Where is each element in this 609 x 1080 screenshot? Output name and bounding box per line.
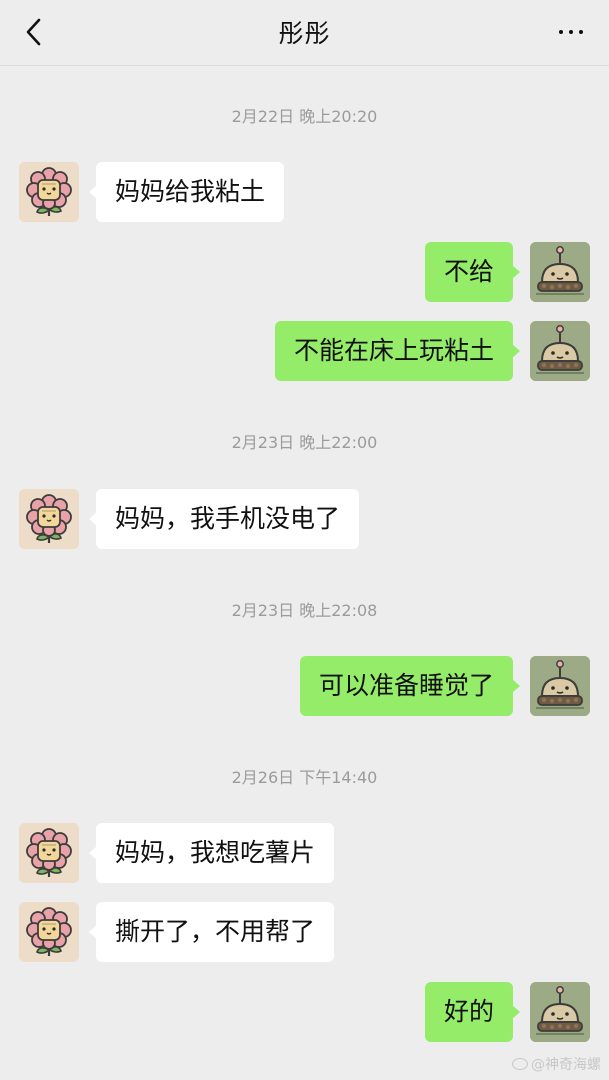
weibo-icon	[512, 1058, 528, 1070]
received-message-bubble[interactable]: 撕开了，不用帮了	[88, 902, 335, 962]
flower-avatar-icon[interactable]	[19, 162, 79, 222]
received-message-bubble[interactable]: 妈妈，我想吃薯片	[88, 823, 335, 883]
sent-message-bubble[interactable]: 可以准备睡觉了	[299, 656, 521, 716]
cake-avatar-icon[interactable]	[530, 242, 590, 302]
cake-avatar-icon[interactable]	[530, 982, 590, 1042]
received-message-bubble[interactable]: 妈妈，我手机没电了	[88, 489, 360, 549]
more-dots-icon[interactable]	[551, 14, 591, 50]
flower-avatar-icon[interactable]	[19, 902, 79, 962]
sent-message-bubble[interactable]: 好的	[424, 982, 521, 1042]
received-message-bubble[interactable]: 妈妈给我粘土	[88, 162, 285, 222]
timestamp: 2月22日 晚上20:20	[231, 107, 378, 126]
sent-message-bubble[interactable]: 不能在床上玩粘土	[274, 321, 521, 381]
timestamp: 2月23日 晚上22:00	[231, 433, 378, 452]
watermark-text: @神奇海螺	[531, 1057, 601, 1073]
timestamp: 2月26日 下午14:40	[231, 768, 378, 787]
cake-avatar-icon[interactable]	[530, 321, 590, 381]
timestamp: 2月23日 晚上22:08	[231, 601, 378, 620]
cake-avatar-icon[interactable]	[530, 656, 590, 716]
flower-avatar-icon[interactable]	[19, 489, 79, 549]
sent-message-bubble[interactable]: 不给	[424, 242, 521, 302]
flower-avatar-icon[interactable]	[19, 823, 79, 883]
chat-header: 彤彤	[0, 0, 609, 66]
watermark: @神奇海螺	[512, 1054, 601, 1074]
chat-title: 彤彤	[278, 19, 331, 48]
